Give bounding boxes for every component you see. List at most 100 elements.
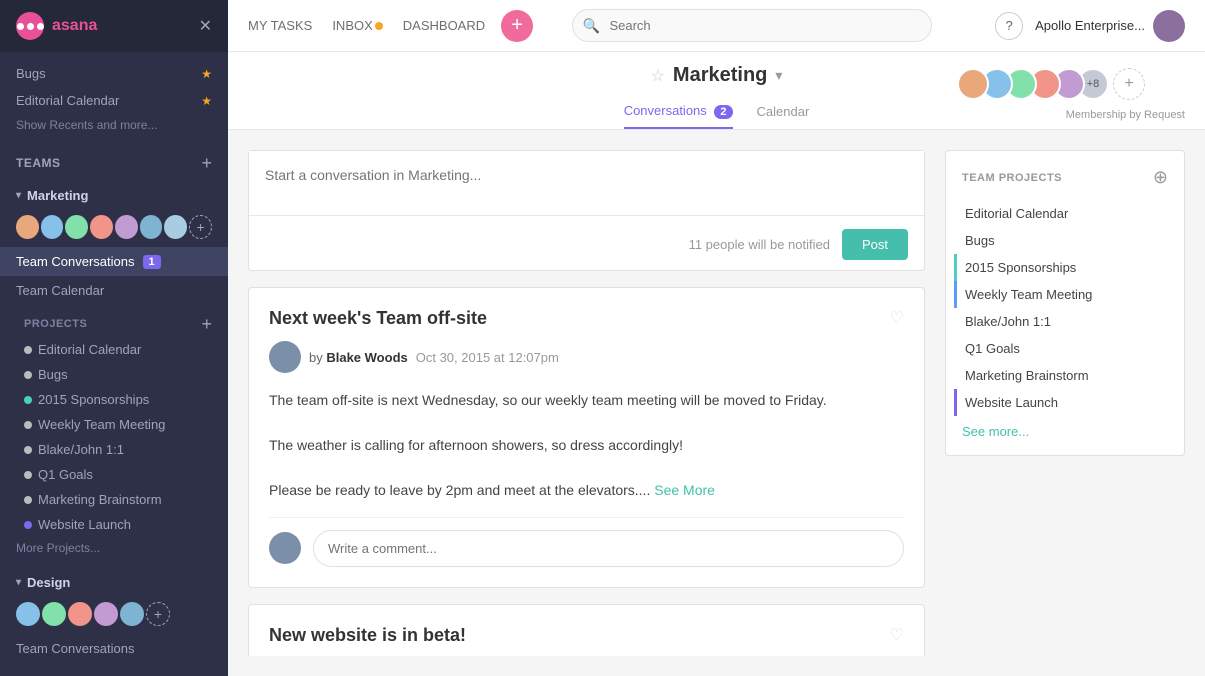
help-button[interactable]: ? [995,12,1023,40]
panel-project-q1-goals[interactable]: Q1 Goals [954,335,1168,362]
marketing-label: Marketing [27,188,88,203]
add-task-button[interactable]: + [501,10,533,42]
conversation-meta: by Blake Woods Oct 30, 2015 at 12:07pm [269,341,904,373]
conversation-title: Next week's Team off-site [269,308,487,329]
project-dot [24,371,32,379]
add-member-button[interactable]: + [1113,68,1145,100]
sidebar-item-editorial[interactable]: Editorial Calendar ★ [0,87,228,114]
logo-icon [16,12,44,40]
conversation-author: by Blake Woods [309,350,408,365]
chevron-down-icon: ▾ [16,577,21,588]
marketing-team-name[interactable]: ▾ Marketing [0,180,228,211]
membership-label: Membership by Request [1066,109,1185,121]
user-name: Apollo Enterprise... [1035,18,1145,33]
design-team-section: ▾ Design + Team Conversations [0,563,228,667]
compose-input[interactable] [249,151,924,216]
show-recents[interactable]: Show Recents and more... [0,114,228,136]
avatar [164,215,187,239]
my-tasks-link[interactable]: MY TASKS [248,14,312,37]
avatar [957,68,989,100]
add-member-icon[interactable]: + [146,602,170,626]
conversation-body: The team off-site is next Wednesday, so … [269,389,904,501]
like-icon[interactable]: ♡ [890,308,904,328]
asana-logo[interactable]: asana [16,12,97,40]
projects-section-header: PROJECTS + [0,305,228,337]
sidebar-project-marketing-brainstorm[interactable]: Marketing Brainstorm [0,487,228,512]
topbar-nav: MY TASKS INBOX DASHBOARD [248,14,485,37]
see-more-link[interactable]: See More [654,482,715,498]
add-team-button[interactable]: + [201,154,212,172]
author-avatar [269,341,301,373]
panel-project-blake-john[interactable]: Blake/John 1:1 [954,308,1168,335]
user-info[interactable]: Apollo Enterprise... [1035,10,1185,42]
project-dot [24,346,32,354]
sidebar-project-bugs[interactable]: Bugs [0,362,228,387]
sidebar-item-design-conversations[interactable]: Team Conversations [0,634,228,663]
design-team-name[interactable]: ▾ Design [0,567,228,598]
team-conversations-label: Team Conversations [16,254,135,269]
sidebar-project-2015-sponsorships[interactable]: 2015 Sponsorships [0,387,228,412]
see-more-projects-link[interactable]: See more... [962,424,1168,439]
avatar [68,602,92,626]
marketing-team-section: ▾ Marketing + Team Conversations 1 Team … [0,176,228,563]
project-dot [24,496,32,504]
more-projects[interactable]: More Projects... [0,537,228,559]
sidebar-project-weekly-team-meeting[interactable]: Weekly Team Meeting [0,412,228,437]
avatar [42,602,66,626]
panel-project-editorial[interactable]: Editorial Calendar [954,200,1168,227]
conversation-card: Next week's Team off-site ♡ by Blake Woo… [248,287,925,588]
sidebar-project-editorial-calendar[interactable]: Editorial Calendar [0,337,228,362]
sidebar-item-team-conversations[interactable]: Team Conversations 1 [0,247,228,276]
avatar [16,215,39,239]
design-avatars: + [0,598,228,634]
add-project-panel-button[interactable]: ⊕ [1153,167,1168,188]
add-project-button[interactable]: + [201,315,212,333]
content-area: 11 people will be notified Post Next wee… [228,130,1205,676]
favorite-star-icon[interactable]: ☆ [651,66,665,86]
page-chevron-icon[interactable]: ▾ [775,67,782,84]
tab-conversations[interactable]: Conversations 2 [624,95,733,129]
avatar [16,602,40,626]
teams-label: Teams [16,156,61,170]
compose-footer: 11 people will be notified Post [249,219,924,270]
project-dot [24,421,32,429]
logo-text: asana [52,17,97,35]
sidebar-item-team-calendar[interactable]: Team Calendar [0,276,228,305]
add-member-icon[interactable]: + [189,215,212,239]
avatar [115,215,138,239]
post-button[interactable]: Post [842,229,908,260]
commenter-avatar [269,532,301,564]
like-icon[interactable]: ♡ [890,625,904,645]
panel-title: TEAM PROJECTS [962,172,1062,184]
topbar-right: ? Apollo Enterprise... [995,10,1185,42]
panel-project-marketing-brainstorm[interactable]: Marketing Brainstorm [954,362,1168,389]
comment-input[interactable] [313,530,904,567]
teams-section-header: Teams + [0,144,228,176]
inbox-link[interactable]: INBOX [332,14,382,37]
panel-project-2015-sponsorships[interactable]: 2015 Sponsorships [954,254,1168,281]
sidebar: asana ✕ Bugs ★ Editorial Calendar ★ Show… [0,0,228,676]
search-input[interactable] [572,9,932,42]
panel-project-website-launch[interactable]: Website Launch [954,389,1168,416]
project-dot [24,446,32,454]
search-icon: 🔍 [582,17,599,34]
topbar: MY TASKS INBOX DASHBOARD + 🔍 ? Apollo En… [228,0,1205,52]
avatar [65,215,88,239]
sidebar-item-bugs[interactable]: Bugs ★ [0,60,228,87]
page-header: ☆ Marketing ▾ +8 + Membership by Request… [228,52,1205,130]
comment-area [269,517,904,567]
marketing-avatars: + [0,211,228,247]
panel-project-weekly-meeting[interactable]: Weekly Team Meeting [954,281,1168,308]
page-title: Marketing [673,64,767,87]
dashboard-link[interactable]: DASHBOARD [403,14,485,37]
sidebar-project-q1-goals[interactable]: Q1 Goals [0,462,228,487]
star-icon: ★ [201,67,212,81]
project-dot [24,396,32,404]
notify-text: 11 people will be notified [689,237,830,252]
sidebar-project-website-launch[interactable]: Website Launch [0,512,228,537]
tab-calendar[interactable]: Calendar [757,96,810,129]
sidebar-project-blake-john[interactable]: Blake/John 1:1 [0,437,228,462]
close-icon[interactable]: ✕ [199,16,212,36]
panel-project-bugs[interactable]: Bugs [954,227,1168,254]
sidebar-header: asana ✕ [0,0,228,52]
